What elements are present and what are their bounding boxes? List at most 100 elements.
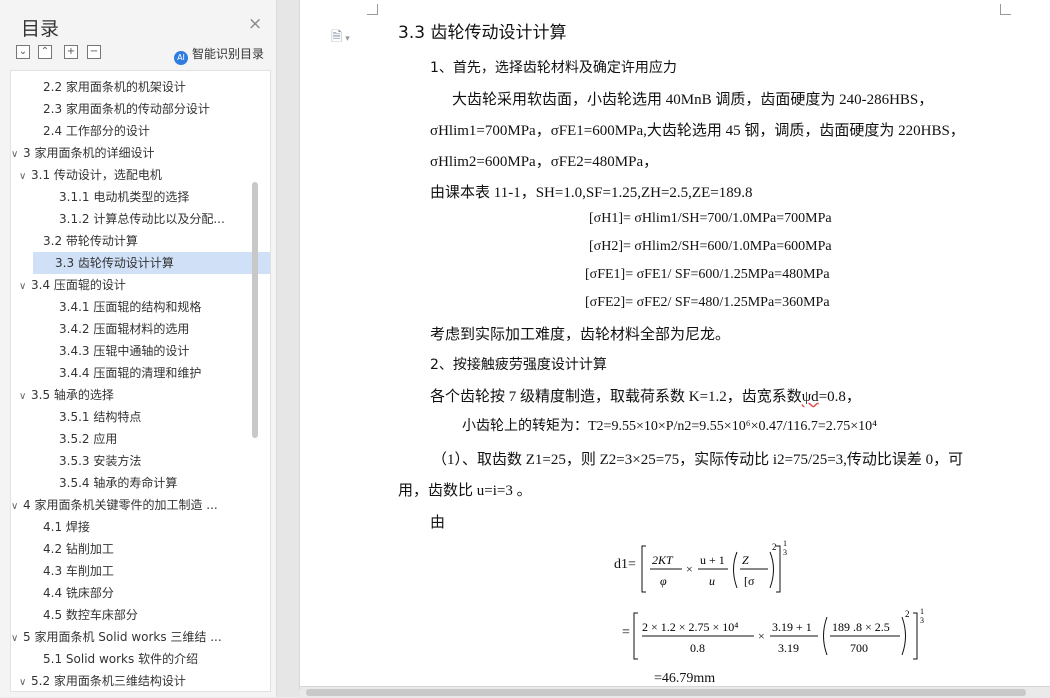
toc-item-label: 3.5 轴承的选择 bbox=[31, 388, 114, 402]
toc-item[interactable]: ∨ 3.4 压面辊的设计 bbox=[11, 274, 259, 296]
formula-2: = 2 × 1.2 × 2.75 × 10⁴ 0.8 × 3.19 + 1 3.… bbox=[622, 607, 924, 660]
chevron-down-icon[interactable]: ∨ bbox=[19, 386, 31, 406]
f1-times: × bbox=[686, 562, 693, 576]
toc-item-label: 2.4 工作部分的设计 bbox=[43, 124, 150, 138]
toc-item-label: 4.2 钻削加工 bbox=[43, 542, 114, 556]
toc-item-label: 2.3 家用面条机的传动部分设计 bbox=[43, 102, 210, 116]
toc-item[interactable]: 4.3 车削加工 bbox=[11, 560, 270, 582]
toc-item-label: 3.4.1 压面辊的结构和规格 bbox=[59, 300, 202, 314]
horizontal-scrollbar[interactable] bbox=[300, 686, 1050, 698]
toc-item[interactable]: ∨ 3 家用面条机的详细设计 bbox=[11, 142, 251, 164]
f2-times: × bbox=[758, 629, 765, 643]
chevron-down-icon: ▾ bbox=[345, 34, 350, 44]
chevron-down-icon[interactable]: ∨ bbox=[11, 144, 23, 164]
paragraph-2: 大齿轮采用软齿面，小齿轮选用 40MnB 调质，齿面硬度为 240-286HBS… bbox=[452, 92, 934, 108]
collapse-all-icon[interactable]: ⌄ bbox=[16, 45, 30, 59]
page-corner-mark bbox=[367, 4, 378, 15]
toc-item[interactable]: 3.1.2 计算总传动比以及分配... bbox=[11, 208, 270, 230]
add-heading-icon[interactable]: + bbox=[64, 45, 78, 59]
toc-item[interactable]: 3.4.2 压面辊材料的选用 bbox=[11, 318, 270, 340]
f1-den3: [σ bbox=[744, 574, 755, 588]
f2-den1: 0.8 bbox=[690, 641, 705, 655]
f1-num1: 2KT bbox=[652, 553, 674, 567]
paragraph-7: 2、按接触疲劳强度设计计算 bbox=[430, 357, 607, 373]
toc-item-label: 3.1.2 计算总传动比以及分配... bbox=[59, 212, 225, 226]
toc-item-label: 3.1 传动设计，选配电机 bbox=[31, 168, 162, 182]
toc-item[interactable]: 2.4 工作部分的设计 bbox=[11, 120, 270, 142]
chevron-down-icon[interactable]: ∨ bbox=[19, 166, 31, 186]
toc-item[interactable]: 3.5.4 轴承的寿命计算 bbox=[11, 472, 270, 494]
f1-num3: Z bbox=[742, 553, 749, 567]
toc-item[interactable]: 2.2 家用面条机的机架设计 bbox=[11, 76, 270, 98]
toc-item-label: 3 家用面条机的详细设计 bbox=[23, 146, 155, 160]
toc-item[interactable]: 2.3 家用面条机的传动部分设计 bbox=[11, 98, 270, 120]
paragraph-11: 用，齿数比 u=i=3 。 bbox=[398, 483, 532, 499]
paragraph-1: 1、首先，选择齿轮材料及确定许用应力 bbox=[430, 60, 677, 76]
toc-list[interactable]: 2.2 家用面条机的机架设计 2.3 家用面条机的传动部分设计 2.4 工作部分的设… bbox=[10, 70, 271, 692]
chevron-down-icon[interactable]: ∨ bbox=[11, 628, 23, 648]
f2-exp: 1 bbox=[920, 607, 924, 616]
f1-exp2: 2 bbox=[772, 542, 777, 552]
toc-item[interactable]: 3.1.1 电动机类型的选择 bbox=[11, 186, 270, 208]
toc-item[interactable]: ∨ 3.5 轴承的选择 bbox=[11, 384, 259, 406]
toc-item-selected[interactable]: 3.3 齿轮传动设计计算 bbox=[33, 252, 270, 274]
document-icon[interactable]: 🗎 ▾ bbox=[331, 26, 350, 50]
toc-item[interactable]: 3.5.1 结构特点 bbox=[11, 406, 270, 428]
toc-item[interactable]: 3.4.4 压面辊的清理和维护 bbox=[11, 362, 270, 384]
page-corner-mark bbox=[1000, 4, 1011, 15]
spellcheck-word[interactable]: ψd bbox=[802, 389, 819, 405]
toc-item[interactable]: ∨ 3.1 传动设计，选配电机 bbox=[11, 164, 259, 186]
formula-result: =46.79mm bbox=[654, 671, 716, 686]
toc-item[interactable]: 4.2 钻削加工 bbox=[11, 538, 270, 560]
paragraph-6: 考虑到实际加工难度，齿轮材料全部为尼龙。 bbox=[430, 327, 731, 343]
toc-item[interactable]: 4.4 铣床部分 bbox=[11, 582, 270, 604]
chevron-down-icon[interactable]: ∨ bbox=[19, 672, 31, 691]
smart-toc-button[interactable]: AI 智能识别目录 bbox=[174, 45, 264, 65]
toc-item[interactable]: 4.5 数控车床部分 bbox=[11, 604, 270, 626]
f2-den3: 700 bbox=[850, 641, 868, 655]
horizontal-scrollbar-thumb[interactable] bbox=[306, 689, 1026, 696]
paragraph-3: σHlim1=700MPa，σFE1=600MPa,大齿轮选用 45 钢，调质，… bbox=[430, 123, 965, 139]
remove-heading-icon[interactable]: − bbox=[87, 45, 101, 59]
toc-item-label: 3.5.2 应用 bbox=[59, 432, 118, 446]
f1-den1: φ bbox=[660, 574, 667, 588]
paragraph-8-text: 各个齿轮按 7 级精度制造，取载荷系数 K=1.2，齿宽系数 bbox=[430, 389, 802, 405]
formula-1: 2KT φ × u + 1 u Z [σ 2 1 3 bbox=[641, 539, 787, 593]
f2-prefix: = bbox=[622, 625, 630, 640]
toc-item[interactable]: 3.5.3 安装方法 bbox=[11, 450, 270, 472]
formula-d1-label: d1= bbox=[614, 557, 636, 572]
toc-item[interactable]: 3.4.3 压辊中通轴的设计 bbox=[11, 340, 270, 362]
toc-item[interactable]: 3.2 带轮传动计算 bbox=[11, 230, 270, 252]
toc-item[interactable]: 4.1 焊接 bbox=[11, 516, 270, 538]
equation-2: [σH2]= σHlim2/SH=600/1.0MPa=600MPa bbox=[589, 239, 832, 254]
f2-exp2: 2 bbox=[905, 609, 910, 619]
f1-expden: 3 bbox=[783, 548, 787, 557]
paragraph-10: （1）、取齿数 Z1=25，则 Z2=3×25=75，实际传动比 i2=75/2… bbox=[432, 452, 964, 468]
toc-item-label: 4.4 铣床部分 bbox=[43, 586, 114, 600]
paragraph-12: 由 bbox=[430, 515, 446, 531]
smart-toc-label: 智能识别目录 bbox=[192, 47, 265, 61]
toc-panel: 目录 × ⌄ ⌃ + − AI 智能识别目录 2.2 家用面条机的机架设计 2.3 … bbox=[0, 0, 277, 697]
ai-icon: AI bbox=[174, 51, 188, 65]
toc-item[interactable]: ∨ 4 家用面条机关键零件的加工制造 ... bbox=[11, 494, 251, 516]
toc-item[interactable]: 3.5.2 应用 bbox=[11, 428, 270, 450]
f2-num2: 3.19 + 1 bbox=[772, 620, 812, 634]
toc-item[interactable]: 3.4.1 压面辊的结构和规格 bbox=[11, 296, 270, 318]
chevron-down-icon[interactable]: ∨ bbox=[11, 496, 23, 516]
toc-item[interactable]: 5.1 Solid works 软件的介绍 bbox=[11, 648, 270, 670]
expand-all-icon[interactable]: ⌃ bbox=[38, 45, 52, 59]
toc-item-label: 3.5.3 安装方法 bbox=[59, 454, 142, 468]
f2-expden: 3 bbox=[920, 616, 924, 625]
toc-item-label: 5 家用面条机 Solid works 三维结 ... bbox=[23, 630, 222, 644]
paragraph-5: 由课本表 11-1，SH=1.0,SF=1.25,ZH=2.5,ZE=189.8 bbox=[430, 185, 753, 201]
equation-4: [σFE2]= σFE2/ SF=480/1.25MPa=360MPa bbox=[585, 295, 830, 310]
toc-item-label: 5.2 家用面条机三维结构设计 bbox=[31, 674, 186, 688]
chevron-down-icon[interactable]: ∨ bbox=[19, 276, 31, 296]
f1-den2: u bbox=[709, 574, 715, 588]
paragraph-4: σHlim2=600MPa，σFE2=480MPa， bbox=[430, 154, 659, 170]
f2-num1: 2 × 1.2 × 2.75 × 10⁴ bbox=[642, 620, 739, 634]
toc-scrollbar[interactable] bbox=[252, 182, 258, 438]
close-icon[interactable]: × bbox=[248, 14, 262, 34]
toc-item[interactable]: ∨ 5 家用面条机 Solid works 三维结 ... bbox=[11, 626, 251, 648]
toc-item[interactable]: ∨ 5.2 家用面条机三维结构设计 bbox=[11, 670, 259, 691]
